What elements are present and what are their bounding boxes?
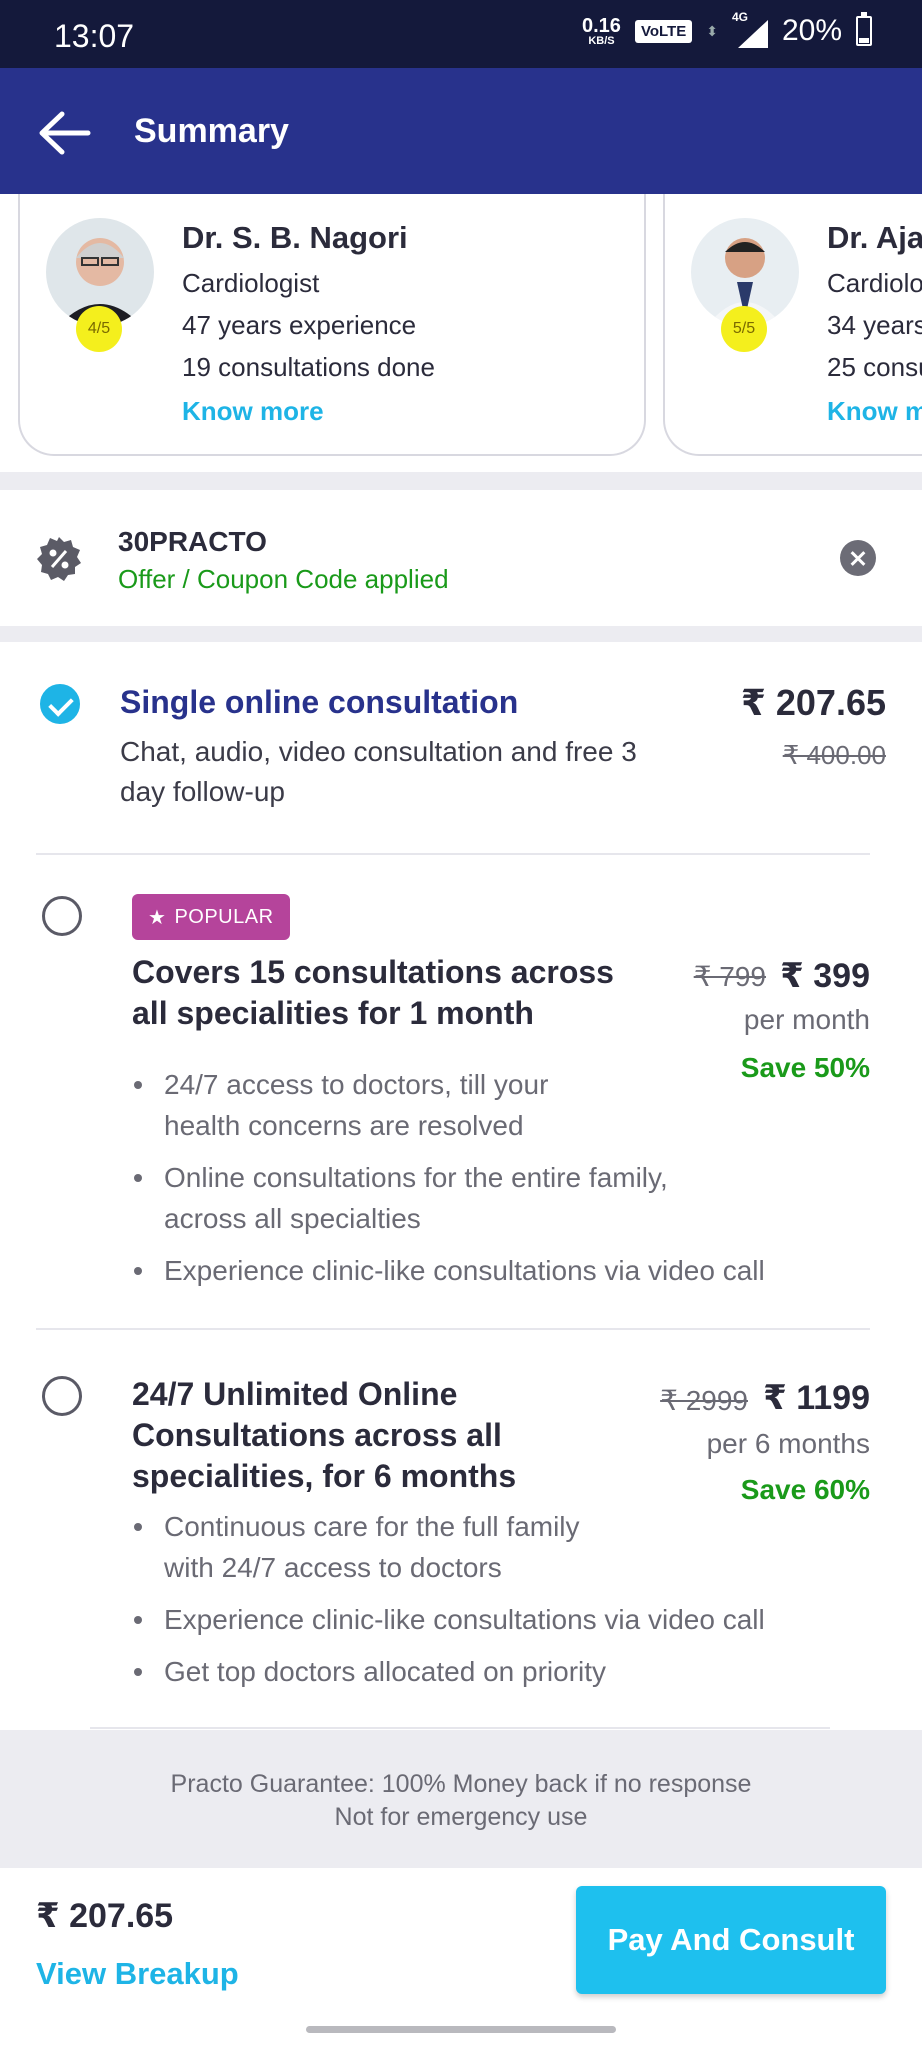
plan-savings: Save 60% bbox=[740, 1474, 870, 1505]
coupon-status: Offer / Coupon Code applied bbox=[118, 564, 449, 594]
plan-description: Chat, audio, video consultation and free… bbox=[120, 736, 637, 807]
plan-benefit: Online consultations for the entire fami… bbox=[132, 1157, 732, 1239]
plan-period: per 6 months bbox=[706, 1428, 870, 1459]
plan-radio-single[interactable] bbox=[40, 684, 80, 724]
consultation-count: 19 bbox=[182, 352, 211, 382]
guarantee-banner: Practo Guarantee: 100% Money back if no … bbox=[0, 1730, 922, 1868]
battery-icon bbox=[856, 12, 872, 46]
doctor-experience: 47 years experience bbox=[182, 310, 416, 341]
signal-icon: 4G bbox=[732, 10, 768, 48]
plan-radio-monthly[interactable] bbox=[42, 896, 82, 936]
plan-original-price: ₹ 799 bbox=[693, 961, 766, 992]
rating-badge: 5/5 bbox=[721, 306, 767, 352]
plan-benefit: Continuous care for the full family with… bbox=[132, 1506, 632, 1588]
battery-percent: 20% bbox=[781, 14, 842, 47]
network-speed-value: 0.16 bbox=[582, 14, 621, 37]
star-icon: ★ bbox=[148, 906, 167, 929]
plan-benefits-list: Continuous care for the full family with… bbox=[132, 1506, 832, 1703]
remove-coupon-close-icon[interactable] bbox=[840, 540, 876, 576]
consultation-count: 25 bbox=[827, 352, 856, 382]
coupon-section bbox=[0, 490, 922, 626]
plan-benefit: 24/7 access to doctors, till your health… bbox=[132, 1064, 612, 1146]
divider bbox=[90, 1727, 830, 1729]
section-divider bbox=[0, 472, 922, 490]
data-activity-icon: ⬍ bbox=[706, 22, 718, 39]
plan-price: ₹ 399 bbox=[780, 957, 870, 995]
coupon-code: 30PRACTO bbox=[118, 526, 267, 557]
plan-title: Single online consultation bbox=[120, 684, 519, 720]
rating-badge: 4/5 bbox=[76, 306, 122, 352]
status-time: 13:07 bbox=[54, 18, 135, 54]
doctor-experience: 34 years bbox=[827, 310, 922, 341]
doctor-specialty: Cardiolo bbox=[827, 268, 922, 298]
plan-original-price: ₹ 2999 bbox=[660, 1385, 748, 1416]
network-speed-unit: KB/S bbox=[588, 34, 615, 47]
plan-title: Covers 15 consultations across all speci… bbox=[132, 954, 614, 1031]
doctor-name: Dr. S. B. Nagori bbox=[182, 220, 408, 255]
doctor-name: Dr. Aja bbox=[827, 220, 922, 255]
experience-years: 47 bbox=[182, 310, 211, 340]
doctor-consultations: 25 consu bbox=[827, 352, 922, 383]
doctor-consultations: 19 consultations done bbox=[182, 352, 435, 383]
section-divider bbox=[0, 626, 922, 642]
plan-price: ₹ 207.65 bbox=[740, 682, 886, 723]
discount-icon bbox=[36, 536, 82, 587]
consultation-label: consu bbox=[863, 352, 922, 382]
guarantee-text: Practo Guarantee: 100% Money back if no … bbox=[170, 1770, 752, 1798]
experience-label: years experience bbox=[210, 310, 417, 340]
emergency-note: Not for emergency use bbox=[334, 1803, 588, 1831]
plan-benefit: Experience clinic-like consultations via… bbox=[132, 1599, 832, 1640]
volte-icon: VoLTE bbox=[634, 19, 693, 43]
back-arrow-icon[interactable] bbox=[36, 108, 92, 158]
page-title: Summary bbox=[134, 112, 289, 150]
know-more-link[interactable]: Know m bbox=[827, 396, 922, 427]
consultation-label: consultations done bbox=[210, 352, 435, 382]
plan-price: ₹ 1199 bbox=[763, 1379, 870, 1417]
network-speed: 0.16 KB/S bbox=[582, 16, 621, 47]
home-indicator[interactable] bbox=[306, 2026, 616, 2033]
plan-benefit: Experience clinic-like consultations via… bbox=[132, 1250, 832, 1291]
pay-and-consult-button[interactable]: Pay And Consult bbox=[576, 1886, 886, 1994]
doctor-carousel[interactable]: 4/5 Dr. S. B. Nagori Cardiologist 47 yea… bbox=[0, 194, 922, 472]
total-price: ₹ 207.65 bbox=[36, 1897, 174, 1935]
experience-label: years bbox=[855, 310, 922, 340]
app-bar: Summary bbox=[0, 68, 922, 194]
plan-benefits-list: 24/7 access to doctors, till your health… bbox=[132, 1064, 832, 1302]
experience-years: 34 bbox=[827, 310, 856, 340]
plan-benefit: Get top doctors allocated on priority bbox=[132, 1651, 832, 1692]
popular-badge-label: POPULAR bbox=[174, 905, 274, 928]
doctor-card[interactable]: 5/5 Dr. Aja Cardiolo 34 years 25 consu K… bbox=[663, 194, 922, 456]
doctor-card[interactable]: 4/5 Dr. S. B. Nagori Cardiologist 47 yea… bbox=[18, 194, 646, 456]
doctor-specialty: Cardiologist bbox=[182, 268, 320, 298]
divider bbox=[36, 1328, 870, 1330]
plan-period: per month bbox=[743, 1004, 870, 1035]
plan-radio-six-months[interactable] bbox=[42, 1376, 82, 1416]
status-icons: 0.16 KB/S VoLTE ⬍ 4G 20% bbox=[582, 10, 872, 48]
divider bbox=[36, 853, 870, 855]
view-breakup-link[interactable]: View Breakup bbox=[36, 1956, 239, 1992]
know-more-link[interactable]: Know more bbox=[182, 396, 324, 427]
plan-title: 24/7 Unlimited Online Consultations acro… bbox=[132, 1376, 517, 1494]
plan-original-price: ₹ 400.00 bbox=[782, 740, 886, 770]
status-bar: 13:07 0.16 KB/S VoLTE ⬍ 4G 20% bbox=[0, 0, 922, 68]
popular-badge: ★ POPULAR bbox=[132, 894, 290, 940]
